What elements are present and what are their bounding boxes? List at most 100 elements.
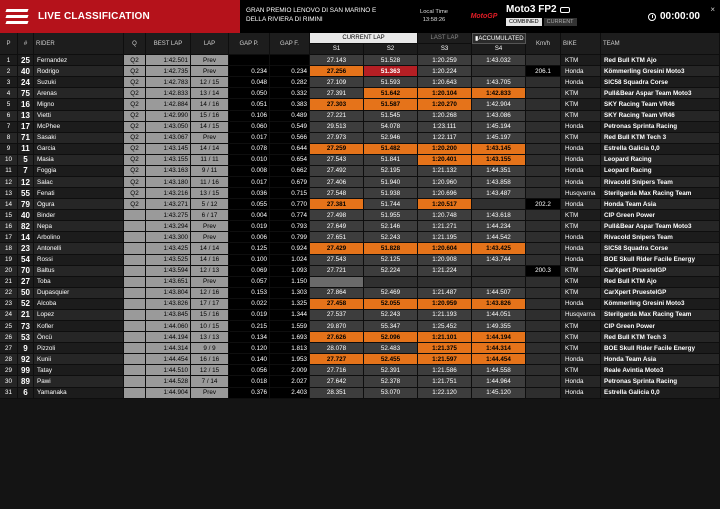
sector-1: 27.458 (310, 298, 364, 310)
rider-number: 40 (18, 210, 34, 222)
gap-first: 0.793 (270, 221, 310, 233)
gap-previous: 0.120 (229, 343, 270, 355)
sector-4: 1:43.618 (472, 210, 526, 222)
close-icon[interactable]: × (710, 5, 715, 14)
clock-icon (647, 12, 656, 21)
qualifier-tag (124, 287, 146, 299)
gap-first: 1.024 (270, 254, 310, 266)
position: 5 (0, 99, 18, 111)
gap-first: 1.693 (270, 332, 310, 344)
qualifier-tag (124, 376, 146, 388)
position: 17 (0, 232, 18, 244)
team-name: Sterilgarda Max Racing Team (601, 309, 720, 322)
position: 30 (0, 376, 18, 388)
sector-3: 1:20.696 (418, 188, 472, 200)
lap-count: 14 / 14 (191, 143, 229, 155)
tab-combined[interactable]: COMBINED (506, 18, 542, 26)
lap-count: 6 / 17 (191, 210, 229, 222)
col-header-gap-p: GAP P. (229, 33, 270, 56)
best-lap: 1:44.510 (146, 365, 191, 377)
team-name: SIC58 Squadra Corse (601, 77, 720, 89)
gap-first: 0.489 (270, 110, 310, 122)
sector-1: 27.256 (310, 66, 364, 78)
lap-count: 11 / 16 (191, 177, 229, 189)
rider-number: 92 (18, 354, 34, 366)
rider-name: Arenas (34, 88, 124, 100)
sector-1: 27.651 (310, 232, 364, 244)
gap-previous: 0.234 (229, 66, 270, 78)
tab-current-lap[interactable]: CURRENT LAP (310, 33, 418, 45)
lap-count: 5 / 12 (191, 199, 229, 211)
position: 31 (0, 387, 18, 399)
sector-4: 1:45.120 (472, 387, 526, 399)
tab-last-lap[interactable]: LAST LAP (418, 33, 472, 45)
speed (526, 276, 561, 288)
gap-previous: 0.008 (229, 165, 270, 178)
clock-value: 00:00:00 (659, 11, 700, 22)
rider-name: Tatay (34, 365, 124, 377)
lap-count: 13 / 13 (191, 332, 229, 344)
motogp-logo: MotoGP (470, 13, 498, 20)
sector-3: 1:21.487 (418, 287, 472, 299)
sector-2: 52.195 (364, 165, 418, 178)
sector-1: 27.973 (310, 132, 364, 144)
speed (526, 387, 561, 399)
qualifier-tag (124, 221, 146, 233)
gap-previous: 0.019 (229, 221, 270, 233)
bike-make: Husqvarna (561, 309, 601, 322)
lap-count: Prev (191, 132, 229, 144)
sector-4: 1:42.904 (472, 99, 526, 111)
qualifier-tag: Q2 (124, 121, 146, 133)
qualifier-tag (124, 243, 146, 255)
bike-make: Honda (561, 376, 601, 388)
sector-3: 1:21.586 (418, 365, 472, 377)
accumulated-select[interactable]: ▮ ACCUMULATED ⌄ (472, 33, 526, 45)
lap-count: Prev (191, 55, 229, 67)
sector-1: 27.303 (310, 99, 364, 111)
best-lap: 1:44.454 (146, 354, 191, 366)
sector-1: 27.381 (310, 199, 364, 211)
gap-first: 2.009 (270, 365, 310, 377)
sector-1: 27.143 (310, 55, 364, 67)
bike-make: Honda (561, 77, 601, 89)
tab-current[interactable]: CURRENT (543, 18, 577, 26)
bike-make: Honda (561, 254, 601, 266)
team-name: Red Bull KTM Tech 3 (601, 332, 720, 344)
sector-2: 52.483 (364, 343, 418, 355)
gap-previous: 0.051 (229, 99, 270, 111)
sector-4: 1:44.558 (472, 365, 526, 377)
rider-name: Toba (34, 276, 124, 288)
sector-3: 1:21.101 (418, 332, 472, 344)
sector-2: 52.146 (364, 221, 418, 233)
lap-count: Prev (191, 387, 229, 399)
col-header-best-lap: BEST LAP (146, 33, 191, 56)
title-panel: LIVE CLASSIFICATION (0, 0, 240, 33)
rider-name: Rossi (34, 254, 124, 266)
qualifier-tag: Q2 (124, 143, 146, 155)
speed (526, 221, 561, 233)
best-lap: 1:43.050 (146, 121, 191, 133)
gap-first: 0.679 (270, 177, 310, 189)
rider-number: 9 (18, 343, 34, 355)
speed (526, 55, 561, 67)
gap-first: 0.654 (270, 154, 310, 166)
position: 25 (0, 321, 18, 333)
bike-make: Honda (561, 354, 601, 366)
best-lap: 1:44.904 (146, 387, 191, 399)
position: 3 (0, 77, 18, 89)
gap-first: 0.332 (270, 88, 310, 100)
gap-first: 0.566 (270, 132, 310, 144)
position: 29 (0, 365, 18, 377)
bike-make: Honda (561, 199, 601, 211)
sector-4: 1:44.051 (472, 309, 526, 322)
tv-icon[interactable] (559, 6, 570, 13)
bike-make: KTM (561, 365, 601, 377)
qualifier-tag: Q2 (124, 77, 146, 89)
bike-make: Honda (561, 154, 601, 166)
best-lap: 1:43.155 (146, 154, 191, 166)
bike-make: KTM (561, 110, 601, 122)
classification-table: P # RIDER Q BEST LAP LAP GAP P. GAP F. C… (0, 33, 720, 399)
qualifier-tag (124, 232, 146, 244)
rider-name: Masia (34, 154, 124, 166)
sector-2: 51.955 (364, 210, 418, 222)
